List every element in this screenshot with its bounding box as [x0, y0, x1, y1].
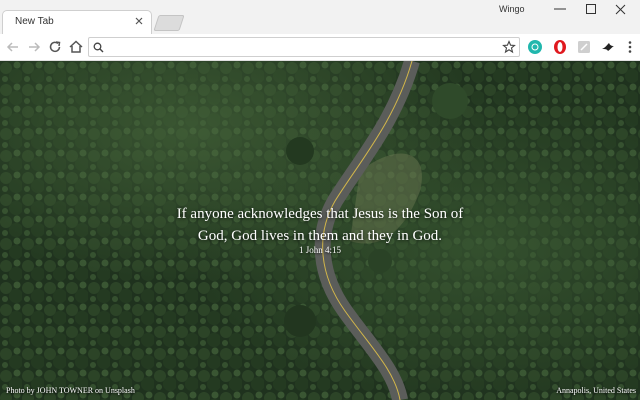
menu-icon[interactable]	[622, 39, 638, 55]
teal-circle-extension-icon[interactable]	[527, 39, 543, 55]
tab-new-tab[interactable]: New Tab	[2, 10, 152, 34]
new-tab-button[interactable]	[153, 15, 185, 31]
title-bar: New Tab Wingo	[0, 0, 640, 34]
opera-extension-icon[interactable]	[552, 39, 568, 55]
minimize-icon[interactable]	[540, 0, 580, 20]
home-icon[interactable]	[67, 38, 85, 56]
reload-icon[interactable]	[46, 38, 64, 56]
bird-extension-icon[interactable]	[600, 39, 616, 55]
verse-quote: If anyone acknowledges that Jesus is the…	[120, 203, 520, 247]
verse-line-2: God, God lives in them and they in God.	[197, 228, 443, 244]
grey-extension-icon[interactable]	[576, 39, 592, 55]
verse-line-1: If anyone acknowledges that Jesus is the…	[176, 206, 464, 222]
address-input[interactable]	[107, 40, 487, 54]
forward-icon[interactable]	[25, 38, 43, 56]
star-icon[interactable]	[502, 40, 516, 54]
tab-title: New Tab	[15, 16, 54, 27]
verse-reference: 1 John 4:15	[298, 245, 341, 255]
close-icon[interactable]	[133, 15, 145, 27]
omnibox[interactable]	[88, 37, 520, 57]
profile-name[interactable]: Wingo	[499, 4, 525, 14]
photo-location[interactable]: Annapolis, United States	[556, 386, 636, 395]
search-icon	[93, 42, 104, 53]
photo-credit[interactable]: Photo by JOHN TOWNER on Unsplash	[6, 386, 135, 395]
toolbar	[0, 34, 640, 61]
window-close-icon[interactable]	[606, 0, 640, 20]
back-icon[interactable]	[4, 38, 22, 56]
new-tab-page: If anyone acknowledges that Jesus is the…	[0, 61, 640, 400]
